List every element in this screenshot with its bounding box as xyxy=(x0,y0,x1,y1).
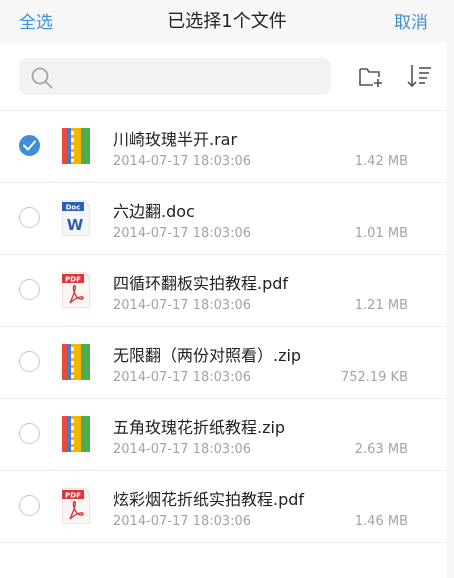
file-list-panel: 川崎玫瑰半开.rar 2014-07-17 18:03:06 1.42 MB D… xyxy=(0,43,446,578)
checkmark-icon xyxy=(23,140,36,151)
file-name: 六边翻.doc xyxy=(113,202,195,221)
archive-icon xyxy=(62,344,90,380)
file-name: 无限翻（两份对照看）.zip xyxy=(113,346,302,365)
pdf-icon: PDF xyxy=(61,271,91,309)
select-checkbox[interactable] xyxy=(19,423,40,444)
file-type-icon xyxy=(62,416,90,452)
select-checkbox[interactable] xyxy=(19,351,40,372)
file-date: 2014-07-17 18:03:06 xyxy=(113,298,252,313)
archive-icon xyxy=(62,128,90,164)
file-size: 1.01 MB xyxy=(354,226,408,241)
file-size: 752.19 KB xyxy=(340,370,408,385)
search-box[interactable] xyxy=(19,58,331,95)
file-type-icon: PDF xyxy=(61,271,91,309)
select-checkbox[interactable] xyxy=(19,495,40,516)
file-row[interactable]: 五角玫瑰花折纸教程.zip 2014-07-17 18:03:06 2.63 M… xyxy=(0,399,446,471)
file-name: 四循环翻板实拍教程.pdf xyxy=(113,274,289,293)
sort-icon[interactable] xyxy=(406,63,432,89)
file-type-icon: PDF xyxy=(61,487,91,525)
file-type-icon xyxy=(62,128,90,164)
pdf-icon: PDF xyxy=(61,487,91,525)
select-checkbox[interactable] xyxy=(19,279,40,300)
file-date: 2014-07-17 18:03:06 xyxy=(113,370,252,385)
file-date: 2014-07-17 18:03:06 xyxy=(113,442,252,457)
svg-text:Doc: Doc xyxy=(66,204,81,212)
search-icon xyxy=(31,67,53,89)
file-row[interactable]: 无限翻（两份对照看）.zip 2014-07-17 18:03:06 752.1… xyxy=(0,327,446,399)
svg-text:PDF: PDF xyxy=(65,276,81,284)
file-date: 2014-07-17 18:03:06 xyxy=(113,514,252,529)
file-size: 1.21 MB xyxy=(354,298,408,313)
file-row[interactable]: 川崎玫瑰半开.rar 2014-07-17 18:03:06 1.42 MB xyxy=(0,111,446,183)
svg-text:W: W xyxy=(67,216,84,234)
file-name: 炫彩烟花折纸实拍教程.pdf xyxy=(113,490,305,509)
file-size: 1.42 MB xyxy=(354,154,408,169)
file-row[interactable]: Doc W 六边翻.doc 2014-07-17 18:03:06 1.01 MB xyxy=(0,183,446,255)
file-date: 2014-07-17 18:03:06 xyxy=(113,154,252,169)
search-input[interactable] xyxy=(63,64,327,91)
file-size: 1.46 MB xyxy=(354,514,408,529)
file-name: 川崎玫瑰半开.rar xyxy=(113,130,238,149)
top-bar: 全选 已选择1个文件 取消 xyxy=(0,0,454,40)
file-type-icon: Doc W xyxy=(61,199,91,237)
select-checkbox[interactable] xyxy=(19,135,40,156)
select-checkbox[interactable] xyxy=(19,207,40,228)
svg-text:PDF: PDF xyxy=(65,492,81,500)
cancel-button[interactable]: 取消 xyxy=(394,8,428,33)
file-date: 2014-07-17 18:03:06 xyxy=(113,226,252,241)
file-name: 五角玫瑰花折纸教程.zip xyxy=(113,418,286,437)
word-doc-icon: Doc W xyxy=(61,199,91,237)
file-type-icon xyxy=(62,344,90,380)
file-row[interactable]: PDF 炫彩烟花折纸实拍教程.pdf 2014-07-17 18:03:06 1… xyxy=(0,471,446,543)
search-toolbar xyxy=(0,43,446,111)
file-list: 川崎玫瑰半开.rar 2014-07-17 18:03:06 1.42 MB D… xyxy=(0,111,446,543)
file-row[interactable]: PDF 四循环翻板实拍教程.pdf 2014-07-17 18:03:06 1.… xyxy=(0,255,446,327)
new-folder-icon[interactable] xyxy=(358,65,384,89)
file-size: 2.63 MB xyxy=(354,442,408,457)
archive-icon xyxy=(62,416,90,452)
page-title: 已选择1个文件 xyxy=(167,11,287,32)
